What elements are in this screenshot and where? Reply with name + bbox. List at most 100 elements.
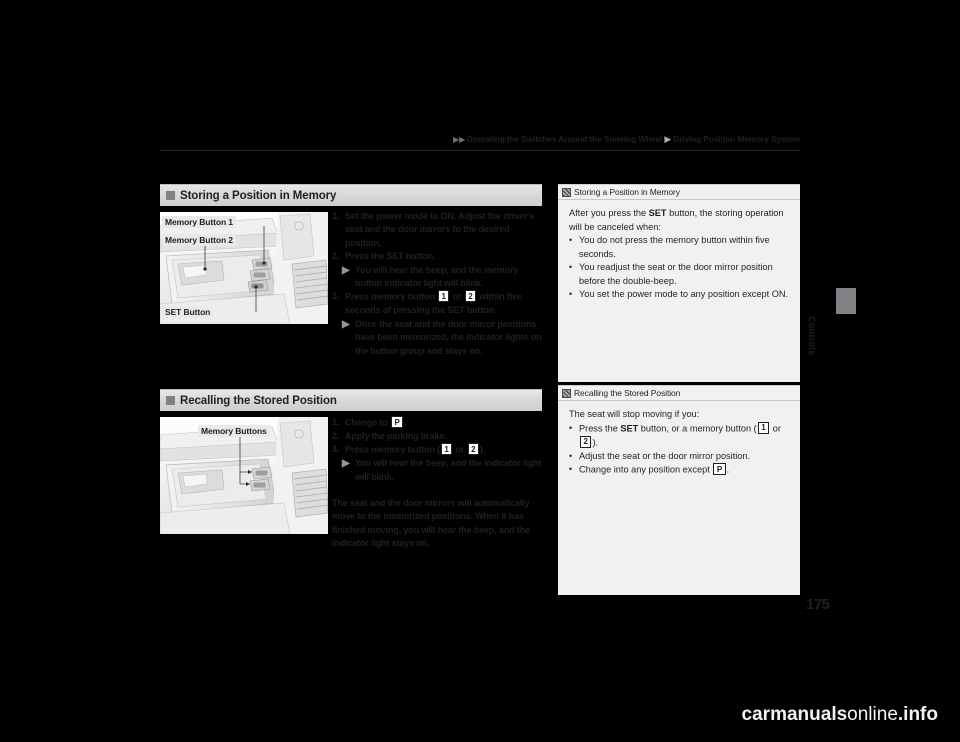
note-panel-storing: Storing a Position in Memory After you p…	[558, 184, 800, 382]
note-bullet-text-c: ).	[592, 437, 599, 447]
section-heading-text: Recalling the Stored Position	[180, 394, 337, 407]
step-number: 2.	[332, 430, 340, 441]
callout-set-button: SET Button	[162, 306, 214, 318]
step-text-a: Press memory button (	[345, 444, 440, 455]
step-text-a: Press memory button	[345, 291, 438, 302]
header-arrow-icon: ▶▶	[453, 134, 466, 144]
section-heading-storing: Storing a Position in Memory	[160, 184, 542, 206]
step-number: 1.	[332, 211, 340, 221]
step-text: Apply the parking brake.	[345, 430, 447, 441]
step-item: 1. Set the power mode to ON. Adjust the …	[332, 210, 542, 250]
note-panel-title: Storing a Position in Memory	[574, 187, 680, 197]
note-panel-content: The seat will stop moving if you: Press …	[558, 401, 800, 477]
button-glyph-2: 2	[580, 435, 592, 448]
note-bullet: You readjust the seat or the door mirror…	[569, 261, 791, 288]
button-glyph-1: 1	[440, 443, 453, 456]
note-panel-recalling: Recalling the Stored Position The seat w…	[558, 385, 800, 595]
chapter-thumb-label: Controls	[807, 316, 817, 356]
watermark-normal: online	[847, 704, 898, 725]
button-glyph-1: 1	[438, 290, 450, 303]
note-bullet: Press the SET button, or a memory button…	[569, 421, 791, 450]
steps-storing: 1. Set the power mode to ON. Adjust the …	[332, 210, 542, 358]
note-bullet-list: You do not press the memory button withi…	[569, 234, 791, 302]
note-intro: The seat will stop moving if you:	[569, 409, 700, 419]
header-divider	[160, 150, 800, 151]
step-note-text: Once the seat and the door mirror positi…	[355, 318, 542, 356]
note-panel-content: After you press the SET button, the stor…	[558, 200, 800, 302]
closing-paragraph: The seat and the door mirrors will autom…	[332, 498, 530, 549]
note-intro: After you press the SET button, the stor…	[569, 207, 791, 234]
callout-memory-button-1: Memory Button 1	[162, 216, 236, 228]
step-text-b: .	[404, 417, 407, 428]
step-text-b: ).	[479, 444, 486, 455]
step-note: ▶ Once the seat and the door mirror posi…	[332, 318, 542, 358]
note-arrow-icon: ▶	[342, 264, 350, 276]
steps-recalling: 1. Change to P. 2. Apply the parking bra…	[332, 416, 542, 551]
step-item: 2. Press the SET button.	[332, 250, 542, 263]
callout-memory-buttons: Memory Buttons	[198, 425, 270, 437]
step-item: 1. Change to P.	[332, 416, 542, 430]
step-text-mid: or	[453, 444, 467, 455]
step-text: Press memory button 1 or 2 within five s…	[345, 290, 542, 317]
step-text: Change to P.	[345, 416, 542, 430]
section-heading-text: Storing a Position in Memory	[180, 189, 337, 202]
step-text: Press the SET button.	[345, 251, 436, 262]
note-marker-icon	[562, 187, 571, 197]
step-note-text: You will hear the beep, and the memory b…	[355, 264, 519, 289]
step-item: 2. Apply the parking brake.	[332, 430, 542, 443]
step-item: 3. Press memory button 1 or 2 within fiv…	[332, 290, 542, 317]
note-bullet: You do not press the memory button withi…	[569, 234, 791, 261]
step-number: 3.	[332, 291, 340, 302]
note-arrow-icon: ▶	[342, 458, 350, 470]
running-header: ▶▶ Operating the Switches Around the Ste…	[160, 130, 800, 148]
step-text-mid: or	[450, 291, 464, 302]
note-bullet: Adjust the seat or the door mirror posit…	[569, 450, 791, 464]
note-bullet-text-mid: or	[770, 423, 781, 433]
step-number: 1.	[332, 417, 340, 427]
note-arrow-icon: ▶	[342, 318, 350, 330]
step-item: 3. Press memory button (1 or 2).	[332, 443, 542, 457]
button-glyph-2: 2	[464, 290, 477, 303]
step-number: 3.	[332, 444, 340, 455]
step-note: ▶ You will hear the beep, and the indica…	[332, 457, 542, 484]
illustration-recalling-door-panel: Memory Buttons	[160, 417, 328, 534]
button-glyph-2: 2	[467, 443, 479, 456]
note-bullet-bold: SET	[620, 423, 639, 433]
note-panel-title: Recalling the Stored Position	[574, 388, 681, 398]
note-bullet: You set the power mode to any position e…	[569, 288, 791, 302]
note-intro-a: After you press the	[569, 208, 649, 218]
square-bullet-icon	[166, 396, 175, 405]
page-number: 175	[806, 596, 830, 613]
step-note: ▶ You will hear the beep, and the memory…	[332, 264, 542, 291]
chapter-thumb-tab	[836, 288, 856, 314]
breadcrumb-section: Operating the Switches Around the Steeri…	[466, 134, 663, 144]
gear-glyph-p: P	[391, 416, 404, 428]
watermark-suffix: .info	[897, 704, 938, 725]
step-text: Set the power mode to ON. Adjust the dri…	[345, 211, 535, 248]
note-panel-title-row: Recalling the Stored Position	[558, 386, 800, 401]
watermark-strong: carmanuals	[741, 704, 848, 725]
note-bullet-list: Press the SET button, or a memory button…	[569, 421, 791, 478]
callout-memory-button-2: Memory Button 2	[162, 234, 236, 246]
step-number: 2.	[332, 251, 340, 262]
button-glyph-1: 1	[757, 421, 770, 434]
section-heading-recalling: Recalling the Stored Position	[160, 389, 542, 411]
illustration-storing-door-panel: Memory Button 1 Memory Button 2 SET Butt…	[160, 212, 328, 324]
breadcrumb-topic: Driving Position Memory System	[673, 134, 800, 144]
note-marker-icon	[562, 388, 571, 398]
note-panel-title-row: Storing a Position in Memory	[558, 185, 800, 200]
note-bullet-text-b: button, or a memory button (	[638, 423, 757, 433]
step-text: Press memory button (1 or 2).	[345, 443, 542, 457]
note-bullet-text-b: .	[726, 464, 730, 475]
step-note-text: You will hear the beep, and the indicato…	[355, 458, 542, 482]
gear-glyph-p: P	[713, 463, 726, 475]
note-bullet: Change into any position except P.	[569, 463, 791, 477]
manual-page: ▶▶ Operating the Switches Around the Ste…	[0, 0, 960, 742]
breadcrumb-separator-icon: ▶	[664, 133, 672, 144]
site-watermark: carmanualsonline.info	[0, 704, 960, 726]
note-bullet-text-a: Press the	[579, 423, 621, 433]
note-bullet-text-a: Change into any position except	[579, 464, 713, 475]
note-intro-bold: SET	[648, 208, 667, 218]
square-bullet-icon	[166, 191, 175, 200]
step-text-a: Change to	[345, 417, 390, 428]
